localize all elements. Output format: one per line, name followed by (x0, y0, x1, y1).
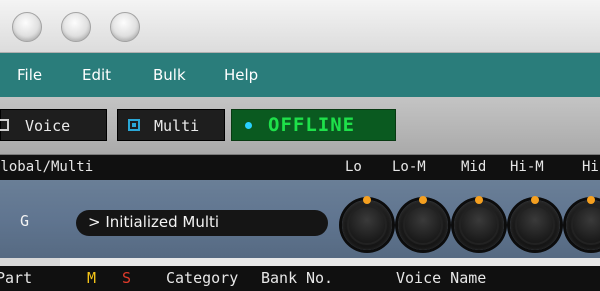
column-voice-name: Voice Name (396, 269, 487, 287)
eq-mid-knob[interactable] (454, 196, 504, 250)
window-titlebar (0, 0, 600, 53)
multi-row: G > Initialized Multi (0, 180, 600, 258)
eq-lo-knob[interactable] (342, 196, 392, 250)
menu-bar: File Edit Bulk Help (0, 53, 600, 97)
eq-band-mid: Mid (461, 159, 487, 175)
menu-edit[interactable]: Edit (82, 66, 111, 84)
zoom-window-button[interactable] (110, 12, 140, 42)
column-number: No. (306, 269, 334, 287)
part-id-label: G (20, 212, 30, 230)
global-multi-header: Global/Multi Lo Lo-M Mid Hi-M Hi (0, 155, 600, 180)
knob-indicator-icon (587, 196, 595, 204)
voice-checkbox-icon (0, 119, 9, 131)
column-solo[interactable]: S (122, 269, 131, 287)
close-window-button[interactable] (12, 12, 42, 42)
minimize-window-button[interactable] (61, 12, 91, 42)
mode-toolbar: Voice Multi OFFLINE (0, 97, 600, 155)
menu-bulk[interactable]: Bulk (153, 66, 186, 84)
eq-band-hi: Hi (582, 159, 599, 175)
knob-indicator-icon (419, 196, 427, 204)
multi-name-field[interactable]: > Initialized Multi (76, 210, 328, 236)
eq-band-lo-m: Lo-M (392, 159, 426, 175)
global-multi-title: Global/Multi (0, 159, 94, 175)
knob-indicator-icon (363, 196, 371, 204)
eq-band-lo: Lo (345, 159, 362, 175)
column-category: Category (166, 269, 239, 287)
eq-hi-m-knob[interactable] (510, 196, 560, 250)
expand-chevron-icon[interactable]: > (88, 213, 101, 231)
multi-name-text: > Initialized Multi (88, 213, 219, 231)
multi-mode-label: Multi (154, 117, 200, 135)
eq-band-hi-m: Hi-M (510, 159, 544, 175)
knob-indicator-icon (475, 196, 483, 204)
horizontal-scrollbar[interactable] (60, 258, 600, 266)
multi-mode-button[interactable]: Multi (117, 109, 225, 141)
part-list-header: Part M S Category Bank No. Voice Name (0, 266, 600, 291)
multi-checkbox-icon (128, 119, 140, 131)
status-led-icon (245, 122, 252, 129)
voice-mode-button[interactable]: Voice (0, 109, 107, 141)
eq-hi-knob[interactable] (566, 196, 600, 250)
knob-indicator-icon (531, 196, 539, 204)
menu-file[interactable]: File (17, 66, 42, 84)
column-part: Part (0, 269, 33, 287)
eq-lo-m-knob[interactable] (398, 196, 448, 250)
column-mute[interactable]: M (87, 269, 96, 287)
multi-name-value: Initialized Multi (105, 213, 220, 231)
menu-help[interactable]: Help (224, 66, 258, 84)
connection-status-indicator[interactable]: OFFLINE (231, 109, 396, 141)
status-label: OFFLINE (268, 114, 356, 136)
column-bank: Bank (261, 269, 298, 287)
voice-mode-label: Voice (25, 117, 71, 135)
